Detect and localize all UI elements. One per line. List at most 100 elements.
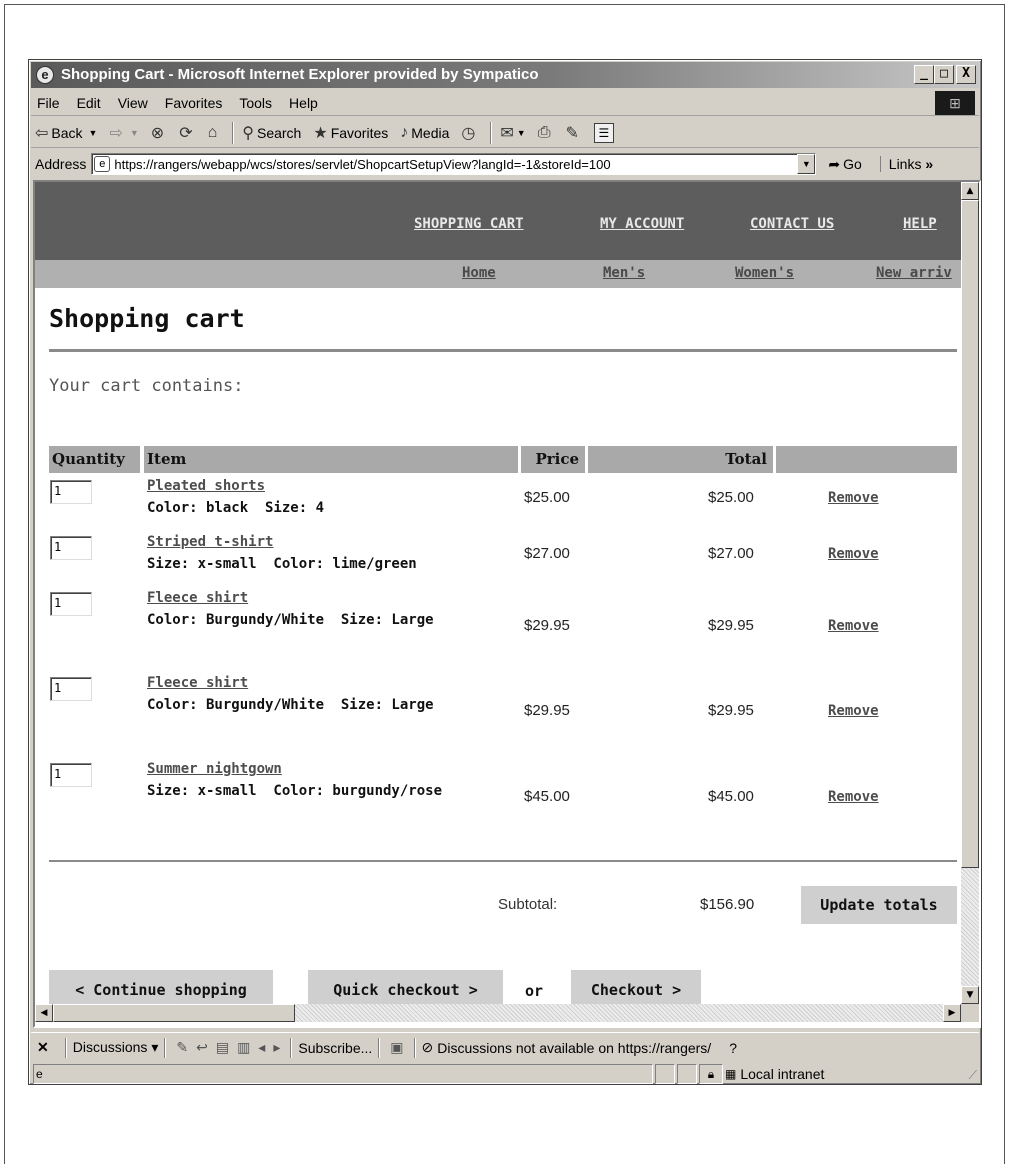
discussions-menu[interactable]: Discussions ▾	[73, 1039, 159, 1056]
nav-help[interactable]: HELP	[903, 216, 937, 232]
item-link[interactable]: Pleated shorts	[147, 478, 265, 494]
security-zone: ▦ Local intranet	[725, 1064, 824, 1084]
separator	[164, 1037, 167, 1058]
nav-my-account[interactable]: MY ACCOUNT	[600, 216, 684, 232]
go-button[interactable]: ➦ Go	[828, 156, 861, 173]
remove-link[interactable]: Remove	[828, 490, 879, 506]
minimize-button[interactable]: _	[914, 65, 934, 84]
menu-file[interactable]: File	[37, 95, 60, 111]
item-total: $25.00	[708, 489, 754, 506]
window-title: Shopping Cart - Microsoft Internet Explo…	[61, 66, 539, 83]
remove-link[interactable]: Remove	[828, 618, 879, 634]
links-label: Links	[888, 156, 922, 172]
home-button[interactable]: ⌂	[208, 124, 221, 142]
print-icon: ⎙	[537, 123, 551, 141]
remove-link[interactable]: Remove	[828, 546, 879, 562]
scroll-right-icon[interactable]: ▶	[943, 1004, 961, 1022]
page-icon: e	[94, 156, 111, 172]
scroll-left-icon[interactable]: ◀	[35, 1004, 53, 1022]
stop-button[interactable]: ⊗	[151, 123, 167, 143]
separator	[378, 1037, 381, 1058]
nav-mens[interactable]: Men's	[603, 265, 645, 281]
remove-link[interactable]: Remove	[828, 703, 879, 719]
collapse-all-icon[interactable]: ▥	[237, 1039, 250, 1056]
vertical-scrollbar[interactable]: ▲ ▼	[961, 182, 979, 1004]
back-button[interactable]: ⇦ Back ▼	[35, 123, 97, 143]
header-quantity: Quantity	[49, 446, 140, 473]
mail-button[interactable]: ✉ ▼	[500, 123, 525, 143]
media-button[interactable]: ♪ Media	[400, 124, 449, 142]
header-total: Total	[588, 446, 773, 473]
history-button[interactable]: ◷	[461, 123, 478, 143]
show-pane-icon[interactable]: ▣	[390, 1039, 403, 1056]
windows-logo-icon: ⊞	[935, 91, 975, 115]
favorites-icon: ★	[313, 124, 328, 142]
item-link[interactable]: Fleece shirt	[147, 590, 248, 606]
forward-button[interactable]: ⇨ ▼	[109, 123, 138, 143]
vertical-scroll-thumb[interactable]	[961, 200, 979, 868]
not-available-icon: ⊘	[421, 1039, 434, 1055]
quantity-input[interactable]: 1	[50, 763, 92, 787]
quantity-input[interactable]: 1	[50, 677, 92, 701]
go-label: Go	[843, 156, 862, 172]
horizontal-scrollbar[interactable]: ◀ ▶	[35, 1004, 961, 1022]
maximize-button[interactable]: □	[934, 65, 954, 84]
item-total: $45.00	[708, 788, 754, 805]
search-button[interactable]: ⚲ Search	[242, 123, 301, 143]
quick-checkout-button[interactable]: Quick checkout >	[308, 970, 503, 1004]
quantity-input[interactable]: 1	[50, 536, 92, 560]
menu-view[interactable]: View	[118, 95, 148, 111]
address-dropdown-icon[interactable]: ▼	[797, 154, 816, 174]
nav-new-arrivals[interactable]: New arriv	[876, 265, 952, 281]
menu-tools[interactable]: Tools	[239, 95, 272, 111]
print-button[interactable]: ⎙	[538, 124, 554, 142]
next-icon[interactable]: ▸	[273, 1039, 280, 1056]
item-link[interactable]: Fleece shirt	[147, 675, 248, 691]
scroll-up-icon[interactable]: ▲	[961, 182, 979, 200]
previous-icon[interactable]: ◂	[258, 1039, 265, 1056]
close-discussions-icon[interactable]: ✕	[37, 1039, 49, 1056]
resize-grip-icon[interactable]: ⟋	[969, 1068, 977, 1083]
favorites-button[interactable]: ★ Favorites	[313, 123, 388, 143]
discuss-button[interactable]: ☰	[593, 122, 614, 143]
page-title: Shopping cart	[49, 304, 245, 333]
subtotal-value: $156.90	[700, 896, 755, 913]
nav-womens[interactable]: Women's	[735, 265, 794, 281]
close-button[interactable]: X	[956, 65, 976, 84]
expand-all-icon[interactable]: ▤	[216, 1039, 229, 1056]
edit-button[interactable]: ✎	[566, 123, 582, 143]
subscribe-button[interactable]: Subscribe...	[298, 1040, 372, 1056]
quantity-input[interactable]: 1	[50, 480, 92, 504]
new-discussion-icon[interactable]: ✎	[176, 1039, 188, 1056]
checkout-button[interactable]: Checkout >	[571, 970, 701, 1004]
item-details: Color: Burgundy/White Size: Large	[147, 612, 434, 628]
help-icon[interactable]: ?	[729, 1040, 737, 1056]
discuss-icon: ☰	[598, 125, 610, 140]
continue-shopping-button[interactable]: < Continue shopping	[49, 970, 273, 1004]
toolbar-separator	[232, 121, 235, 144]
refresh-button[interactable]: ⟳	[179, 123, 195, 143]
reply-icon[interactable]: ↩	[196, 1039, 208, 1056]
toolbar-separator	[490, 121, 493, 144]
menu-help[interactable]: Help	[289, 95, 318, 111]
item-link[interactable]: Striped t-shirt	[147, 534, 273, 550]
item-details: Color: Burgundy/White Size: Large	[147, 697, 434, 713]
horizontal-scroll-thumb[interactable]	[53, 1004, 295, 1022]
scroll-down-icon[interactable]: ▼	[961, 986, 979, 1004]
links-button[interactable]: Links »	[879, 156, 933, 172]
nav-home[interactable]: Home	[462, 265, 496, 281]
items-divider	[49, 860, 957, 862]
item-link[interactable]: Summer nightgown	[147, 761, 282, 777]
nav-contact-us[interactable]: CONTACT US	[750, 216, 834, 232]
update-totals-button[interactable]: Update totals	[801, 886, 957, 924]
quantity-input[interactable]: 1	[50, 592, 92, 616]
zone-label: Local intranet	[740, 1066, 825, 1082]
media-label: Media	[411, 124, 450, 141]
menu-favorites[interactable]: Favorites	[165, 95, 223, 111]
address-input[interactable]: e https://rangers/webapp/wcs/stores/serv…	[91, 153, 817, 175]
remove-link[interactable]: Remove	[828, 789, 879, 805]
nav-shopping-cart[interactable]: SHOPPING CART	[414, 216, 524, 232]
site-top-nav: SHOPPING CART MY ACCOUNT CONTACT US HELP	[35, 182, 961, 260]
menu-edit[interactable]: Edit	[77, 95, 101, 111]
history-icon: ◷	[461, 124, 476, 142]
